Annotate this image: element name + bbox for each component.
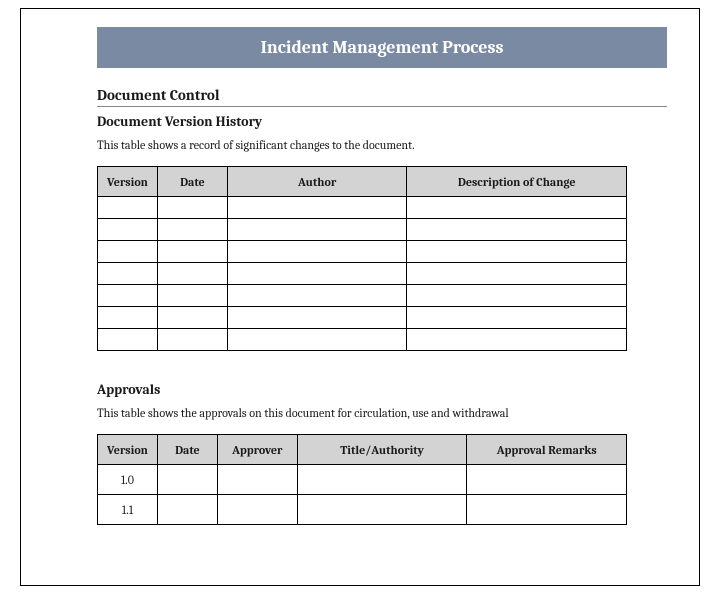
table-cell xyxy=(217,465,297,495)
table-cell xyxy=(407,241,627,263)
table-cell xyxy=(98,197,158,219)
table-cell xyxy=(407,285,627,307)
table-cell xyxy=(157,329,227,351)
table-cell xyxy=(297,465,467,495)
table-cell xyxy=(157,307,227,329)
table-cell xyxy=(157,219,227,241)
table-row xyxy=(98,329,627,351)
col-title-authority: Title/Authority xyxy=(297,435,467,465)
table-cell xyxy=(157,241,227,263)
table-row xyxy=(98,285,627,307)
table-cell xyxy=(407,329,627,351)
table-row xyxy=(98,263,627,285)
table-cell xyxy=(227,197,407,219)
table-cell xyxy=(157,197,227,219)
col-date: Date xyxy=(157,435,217,465)
table-cell xyxy=(297,495,467,525)
col-approver: Approver xyxy=(217,435,297,465)
table-cell xyxy=(407,197,627,219)
table-cell xyxy=(157,263,227,285)
col-approval-remarks: Approval Remarks xyxy=(467,435,627,465)
table-cell xyxy=(98,219,158,241)
table-cell xyxy=(227,285,407,307)
document-page: Incident Management Process Document Con… xyxy=(20,8,700,586)
table-cell xyxy=(467,495,627,525)
col-date: Date xyxy=(157,167,227,197)
table-cell xyxy=(98,285,158,307)
table-header-row: Version Date Author Description of Chang… xyxy=(98,167,627,197)
table-cell xyxy=(227,219,407,241)
section-document-control-heading: Document Control xyxy=(97,86,667,107)
col-version: Version xyxy=(98,435,158,465)
table-row xyxy=(98,197,627,219)
table-cell xyxy=(157,285,227,307)
document-inner: Incident Management Process Document Con… xyxy=(21,9,699,525)
table-row: 1.0 xyxy=(98,465,627,495)
table-row xyxy=(98,307,627,329)
col-description: Description of Change xyxy=(407,167,627,197)
section-version-history-heading: Document Version History xyxy=(97,113,667,130)
table-cell xyxy=(227,263,407,285)
table-cell xyxy=(227,241,407,263)
table-cell: 1.1 xyxy=(98,495,158,525)
table-row: 1.1 xyxy=(98,495,627,525)
table-cell xyxy=(227,329,407,351)
table-row xyxy=(98,241,627,263)
table-cell xyxy=(407,263,627,285)
version-history-table: Version Date Author Description of Chang… xyxy=(97,166,627,351)
approvals-description: This table shows the approvals on this d… xyxy=(97,406,667,420)
table-cell xyxy=(98,307,158,329)
page-title: Incident Management Process xyxy=(97,27,667,68)
table-cell xyxy=(467,465,627,495)
table-cell xyxy=(227,307,407,329)
table-cell xyxy=(157,495,217,525)
table-cell xyxy=(157,465,217,495)
table-cell xyxy=(407,219,627,241)
table-header-row: Version Date Approver Title/Authority Ap… xyxy=(98,435,627,465)
table-cell xyxy=(98,263,158,285)
table-row xyxy=(98,219,627,241)
section-approvals-heading: Approvals xyxy=(97,381,667,398)
table-cell xyxy=(98,241,158,263)
version-history-description: This table shows a record of significant… xyxy=(97,138,667,152)
table-cell xyxy=(98,329,158,351)
table-cell xyxy=(407,307,627,329)
table-cell xyxy=(217,495,297,525)
col-version: Version xyxy=(98,167,158,197)
table-cell: 1.0 xyxy=(98,465,158,495)
approvals-table: Version Date Approver Title/Authority Ap… xyxy=(97,434,627,525)
col-author: Author xyxy=(227,167,407,197)
